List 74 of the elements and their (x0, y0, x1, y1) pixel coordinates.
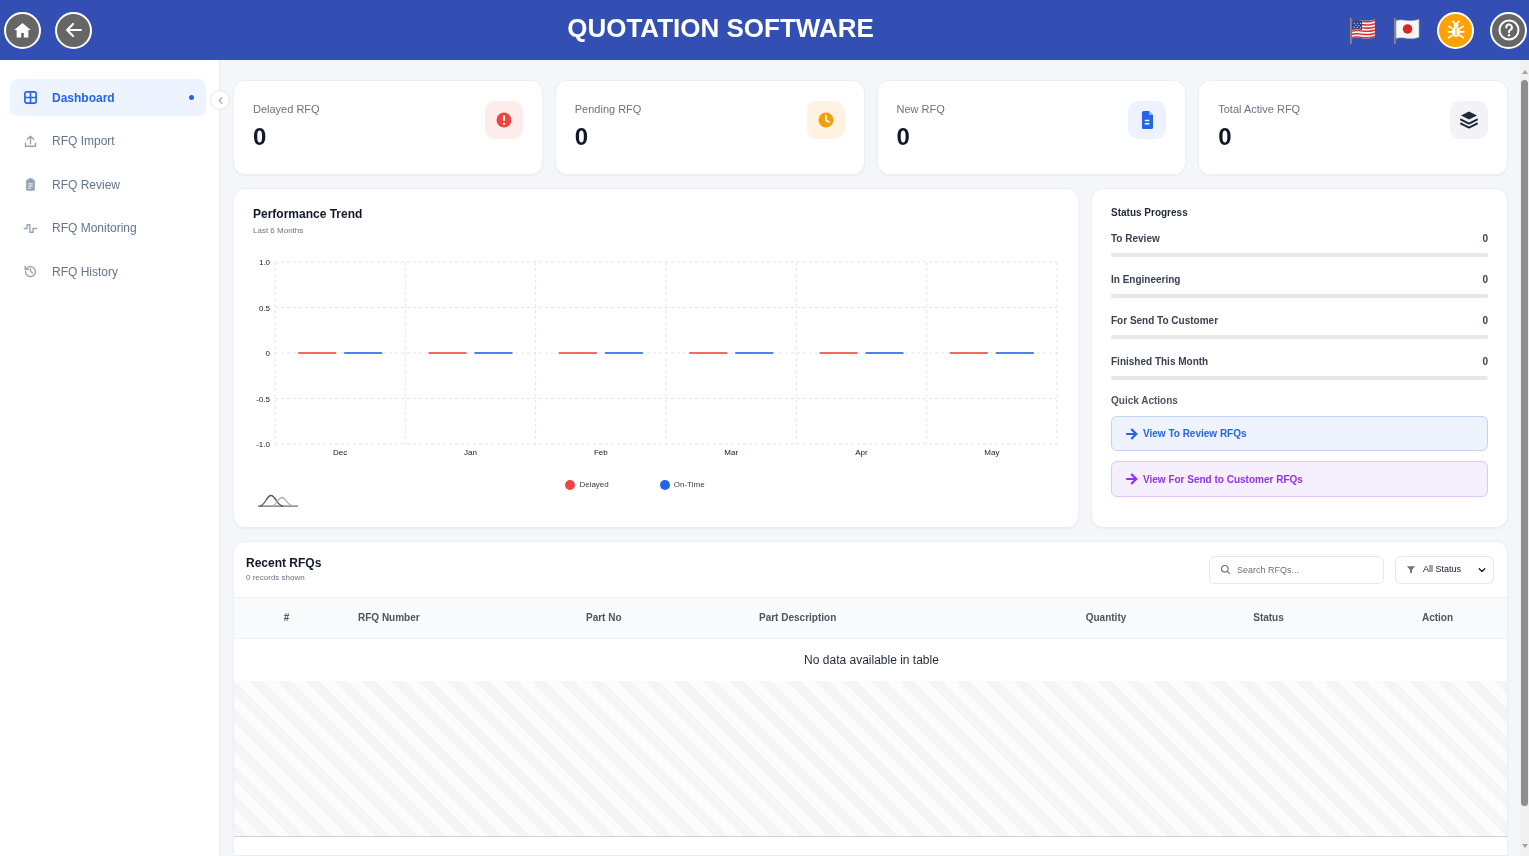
search-icon (1220, 564, 1231, 575)
column-header: Part Description (741, 598, 1041, 638)
japan-flag-icon[interactable] (1393, 16, 1421, 44)
help-button[interactable] (1490, 11, 1527, 49)
records-count: 0 records shown (246, 573, 306, 583)
clipboard-icon (23, 177, 38, 192)
sidebar-item[interactable]: RFQ Review (10, 166, 206, 203)
axis-label: Jan (464, 448, 477, 457)
column-header: Quantity (1041, 598, 1171, 638)
upload-icon (23, 133, 38, 149)
sidebar-item[interactable]: RFQ History (10, 253, 206, 290)
layers-icon (1450, 101, 1488, 139)
axis-label: 0 (265, 349, 270, 358)
stat-value: 0 (574, 123, 590, 151)
stat-label: Pending RFQ (574, 102, 642, 116)
alert-icon (484, 101, 523, 139)
status-count: 0 (1482, 356, 1488, 368)
scrollbar[interactable] (1520, 60, 1529, 856)
stat-value: 0 (253, 123, 268, 151)
stat-value: 0 (1218, 123, 1233, 151)
axis-label: Mar (724, 448, 739, 457)
axis-label: Feb (593, 448, 608, 457)
column-header: Part No (568, 598, 741, 638)
sidebar-item[interactable]: RFQ Import (10, 122, 206, 160)
back-button[interactable] (55, 11, 92, 49)
legend-label: On-Time (673, 479, 705, 491)
stat-label: Delayed RFQ (253, 102, 320, 116)
app-title: QUOTATION SOFTWARE (566, 12, 875, 44)
history-icon (23, 264, 38, 279)
sidebar-item[interactable]: RFQ Monitoring (10, 209, 206, 247)
filter-icon (1406, 564, 1416, 575)
clock-icon (806, 101, 845, 139)
status-label: For Send To Customer (1111, 315, 1219, 327)
grid-icon (23, 90, 38, 105)
section-title: Status Progress (1111, 207, 1189, 219)
column-header: # (234, 598, 339, 638)
column-header: RFQ Number (339, 598, 568, 638)
status-label: In Engineering (1111, 274, 1181, 286)
axis-label: May (984, 448, 1000, 457)
legend-label: Delayed (579, 479, 609, 491)
status-count: 0 (1482, 315, 1488, 327)
stat-label: New RFQ (896, 102, 945, 116)
empty-table-message: No data available in table (804, 652, 939, 667)
active-dot-icon (189, 95, 194, 100)
bug-icon (1444, 19, 1467, 41)
stat-value: 0 (896, 123, 911, 151)
status-count: 0 (1482, 274, 1488, 286)
bell-curve-icon (257, 493, 299, 508)
axis-label: 0.5 (258, 303, 270, 313)
section-title: Quick Actions (1111, 395, 1179, 407)
us-flag-icon[interactable] (1349, 16, 1377, 44)
axis-label: Dec (333, 448, 348, 457)
help-icon (1496, 18, 1521, 42)
status-label: To Review (1111, 233, 1160, 245)
table-title: Recent RFQs (246, 556, 322, 570)
document-icon (1128, 101, 1167, 139)
status-label: Finished This Month (1111, 356, 1209, 368)
axis-label: 1.0 (258, 258, 270, 267)
status-count: 0 (1482, 233, 1488, 245)
column-header: Status (1171, 598, 1366, 638)
home-button[interactable] (4, 11, 41, 49)
axis-label: -1.0 (256, 440, 270, 449)
search-field[interactable]: Search RFQs... (1209, 555, 1384, 584)
column-header: Action (1366, 598, 1507, 638)
axis-label: -0.5 (256, 394, 270, 404)
sidebar-item[interactable]: Dashboard (10, 79, 206, 116)
chart-subtitle: Last 6 Months (253, 226, 305, 236)
axis-label: Apr (855, 448, 868, 457)
stat-label: Total Active RFQ (1218, 102, 1301, 116)
bug-report-button[interactable] (1437, 11, 1474, 49)
chart-title: Performance Trend (253, 207, 364, 221)
status-filter-dropdown[interactable]: All Status (1395, 555, 1494, 584)
quick-action-button[interactable]: View To Review RFQs (1111, 416, 1488, 451)
quick-action-button[interactable]: View For Send to Customer RFQs (1111, 461, 1488, 497)
